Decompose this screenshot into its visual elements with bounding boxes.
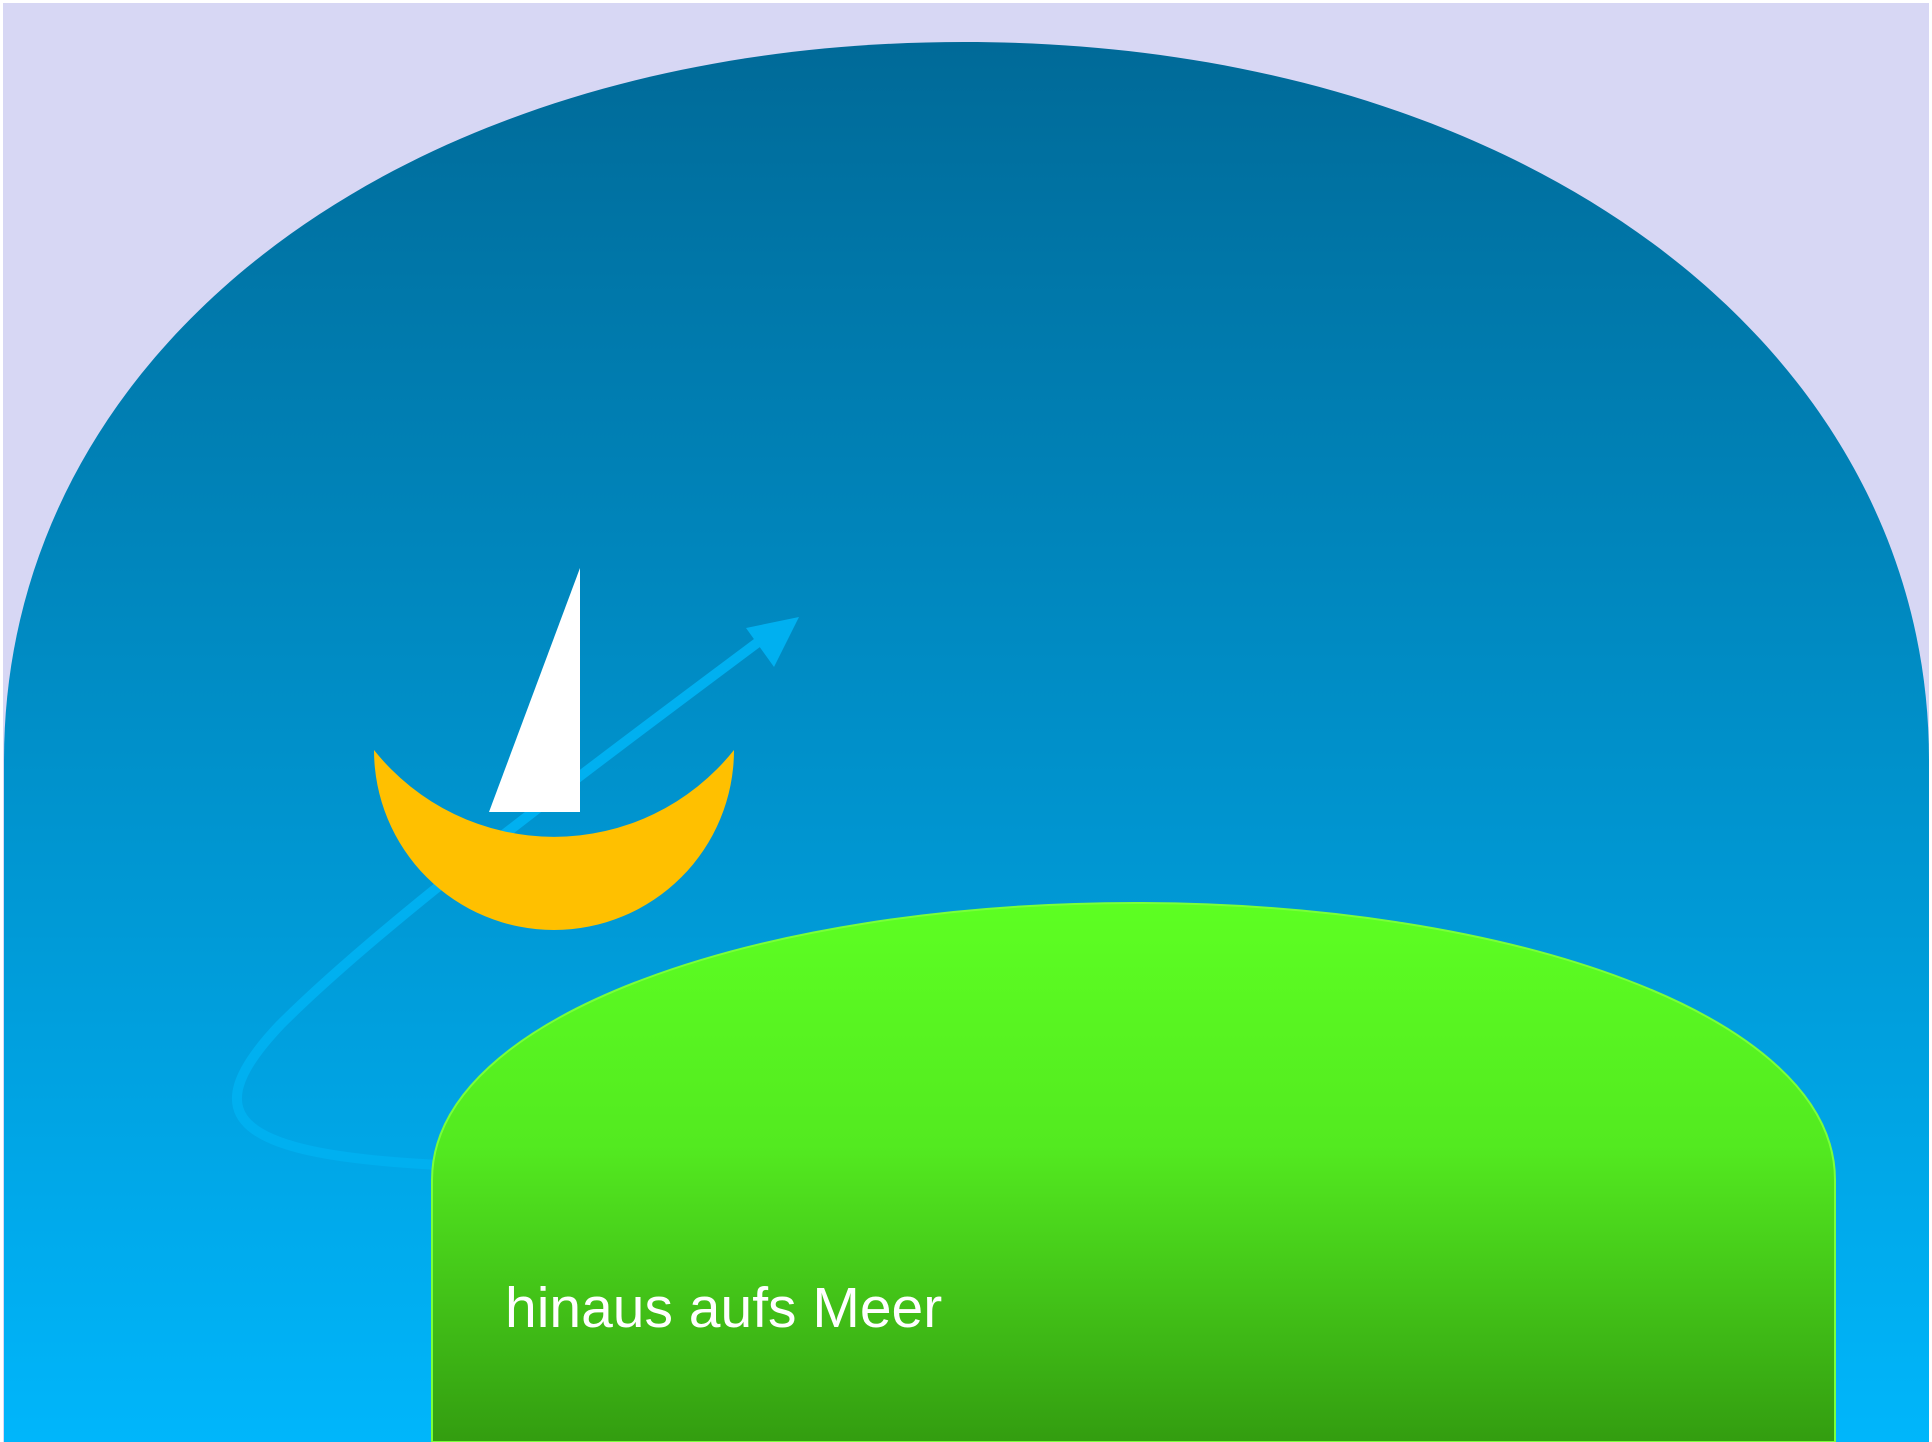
slide-caption: hinaus aufs Meer bbox=[505, 1276, 942, 1340]
slide-canvas: hinaus aufs Meer bbox=[3, 3, 1929, 1442]
green-hill bbox=[431, 901, 1836, 1442]
